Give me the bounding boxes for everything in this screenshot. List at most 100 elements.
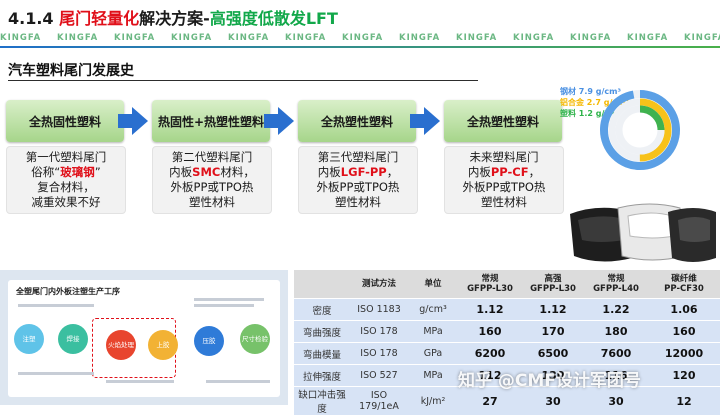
table-cell: 拉伸强度 xyxy=(294,364,350,387)
process-title: 全塑尾门内外板注塑生产工序 xyxy=(16,287,120,296)
table-row: 弯曲模量 ISO 178 GPa 6200 6500 7600 12000 xyxy=(294,342,720,365)
table-cell: 7600 xyxy=(584,342,648,365)
table-cell: 1.06 xyxy=(648,298,720,321)
stage-3-description: 第三代塑料尾门 内板LGF-PP， 外板PP或TPO热 塑性材料 xyxy=(298,146,418,214)
brand-watermark-strip: KINGFA KINGFA KINGFA KINGFA KINGFA KINGFA KING… xyxy=(0,33,720,45)
table-header-cell: 单位 xyxy=(408,270,458,299)
title-green-part: 高强度低散发LFT xyxy=(209,9,338,28)
tailgate-parts-image xyxy=(570,203,716,262)
table-cell: ISO 178 xyxy=(350,320,408,343)
process-step: 上胶 xyxy=(148,330,178,360)
table-cell: GPa xyxy=(408,342,458,365)
table-header-cell: 测试方法 xyxy=(350,270,408,299)
table-cell: 170 xyxy=(522,320,584,343)
brand-watermark: KINGFA xyxy=(285,33,327,43)
source-watermark: 知乎 @CMF设计军团号 xyxy=(458,371,641,391)
description-line: 第二代塑料尾门 xyxy=(171,150,253,164)
table-cell: 1.22 xyxy=(584,298,648,321)
brand-watermark: KINGFA xyxy=(513,33,555,43)
stage-4-label: 全热塑性塑料 xyxy=(444,100,562,142)
description-line: 外板PP或TPO热 xyxy=(462,180,546,194)
arrow-right-icon xyxy=(118,107,148,135)
brand-watermark: KINGFA xyxy=(684,33,720,43)
description-line: 复合材料， xyxy=(37,180,95,194)
header-divider xyxy=(0,46,720,48)
table-cell: 12 xyxy=(648,386,720,416)
material-properties-table: 测试方法 单位 常规 GFPP-L30 高强 GFPP-L30 常规 GFPP-L40 碳纤维 P… xyxy=(294,270,720,416)
stage-3-label: 全热塑性塑料 xyxy=(298,100,416,142)
stage-4-description: 未来塑料尾门 内板PP-CF， 外板PP或TPO热 塑性材料 xyxy=(444,146,564,214)
table-cell: 12000 xyxy=(648,342,720,365)
highlight-text: LGF-PP xyxy=(340,165,387,179)
stage-2-description: 第二代塑料尾门 内板SMC材料， 外板PP或TPO热 塑性材料 xyxy=(152,146,272,214)
description-line: 塑性材料 xyxy=(189,195,235,209)
table-cell: 弯曲模量 xyxy=(294,342,350,365)
table-cell: 160 xyxy=(458,320,522,343)
description-line: 第一代塑料尾门 xyxy=(25,150,107,164)
table-row: 弯曲强度 ISO 178 MPa 160 170 180 160 xyxy=(294,320,720,343)
table-cell: ISO 527 xyxy=(350,364,408,387)
description-line: 外板PP或TPO热 xyxy=(170,180,254,194)
table-cell: 1.12 xyxy=(458,298,522,321)
table-cell: 6500 xyxy=(522,342,584,365)
brand-watermark: KINGFA xyxy=(0,33,42,43)
description-line: 塑性材料 xyxy=(481,195,527,209)
description-line: 外板PP或TPO热 xyxy=(316,180,400,194)
process-step: 注塑 xyxy=(14,324,44,354)
table-cell: MPa xyxy=(408,364,458,387)
density-donut-chart xyxy=(600,90,680,170)
title-mid-part: 解决方案- xyxy=(139,9,210,28)
table-cell: 1.12 xyxy=(522,298,584,321)
table-cell: 弯曲强度 xyxy=(294,320,350,343)
stage-1-description: 第一代塑料尾门 俗称“玻璃钢” 复合材料， 减重效果不好 xyxy=(6,146,126,214)
table-cell: MPa xyxy=(408,320,458,343)
subtitle-underline xyxy=(8,80,478,81)
brand-watermark: KINGFA xyxy=(570,33,612,43)
brand-watermark: KINGFA xyxy=(228,33,270,43)
description-line: 减重效果不好 xyxy=(31,195,101,209)
process-step: 尺寸检验 xyxy=(240,324,270,354)
table-cell: 160 xyxy=(648,320,720,343)
brand-watermark: KINGFA xyxy=(627,33,669,43)
table-header-cell: 常规 GFPP-L40 xyxy=(584,270,648,299)
table-cell: 120 xyxy=(648,364,720,387)
description-line: 未来塑料尾门 xyxy=(469,150,539,164)
brand-watermark: KINGFA xyxy=(114,33,156,43)
title-red-part: 尾门轻量化 xyxy=(59,9,140,28)
slide-title: 4.1.4 尾门轻量化解决方案-高强度低散发LFT xyxy=(8,5,338,29)
table-cell: 180 xyxy=(584,320,648,343)
brand-watermark: KINGFA xyxy=(57,33,99,43)
table-cell: kJ/m² xyxy=(408,386,458,416)
brand-watermark: KINGFA xyxy=(456,33,498,43)
description-line: 塑性材料 xyxy=(335,195,381,209)
highlight-text: PP-CF xyxy=(490,165,529,179)
description-line: 第三代塑料尾门 xyxy=(317,150,399,164)
table-header-cell xyxy=(294,270,350,299)
table-cell: g/cm³ xyxy=(408,298,458,321)
process-step: 焊接 xyxy=(58,324,88,354)
table-cell: 缺口冲击强度 xyxy=(294,386,350,416)
arrow-right-icon xyxy=(410,107,440,135)
brand-watermark: KINGFA xyxy=(342,33,384,43)
stage-2-label: 热固性+热塑性塑料 xyxy=(152,100,270,142)
description-line: 内板PP-CF， xyxy=(467,165,541,179)
section-number: 4.1.4 xyxy=(8,9,54,28)
description-line: 内板SMC材料， xyxy=(169,165,255,179)
table-cell: ISO 178 xyxy=(350,342,408,365)
process-step: 压胶 xyxy=(194,326,224,356)
description-line: 俗称“玻璃钢” xyxy=(31,165,101,179)
highlight-text: SMC xyxy=(192,165,221,179)
table-cell: 6200 xyxy=(458,342,522,365)
section-subtitle: 汽车塑料尾门发展史 xyxy=(8,63,134,79)
brand-watermark: KINGFA xyxy=(171,33,213,43)
process-flow-diagram: 全塑尾门内外板注塑生产工序 注塑 焊接 火焰处理 上胶 压胶 尺寸检验 xyxy=(8,280,280,397)
process-step: 火焰处理 xyxy=(106,330,136,360)
table-header-cell: 碳纤维 PP-CF30 xyxy=(648,270,720,299)
brand-watermark: KINGFA xyxy=(399,33,441,43)
table-cell: ISO 179/1eA xyxy=(350,386,408,416)
table-cell: 密度 xyxy=(294,298,350,321)
stage-1-label: 全热固性塑料 xyxy=(6,100,124,142)
description-line: 内板LGF-PP， xyxy=(317,165,399,179)
highlight-text: 玻璃钢 xyxy=(60,165,95,179)
table-header-cell: 高强 GFPP-L30 xyxy=(522,270,584,299)
